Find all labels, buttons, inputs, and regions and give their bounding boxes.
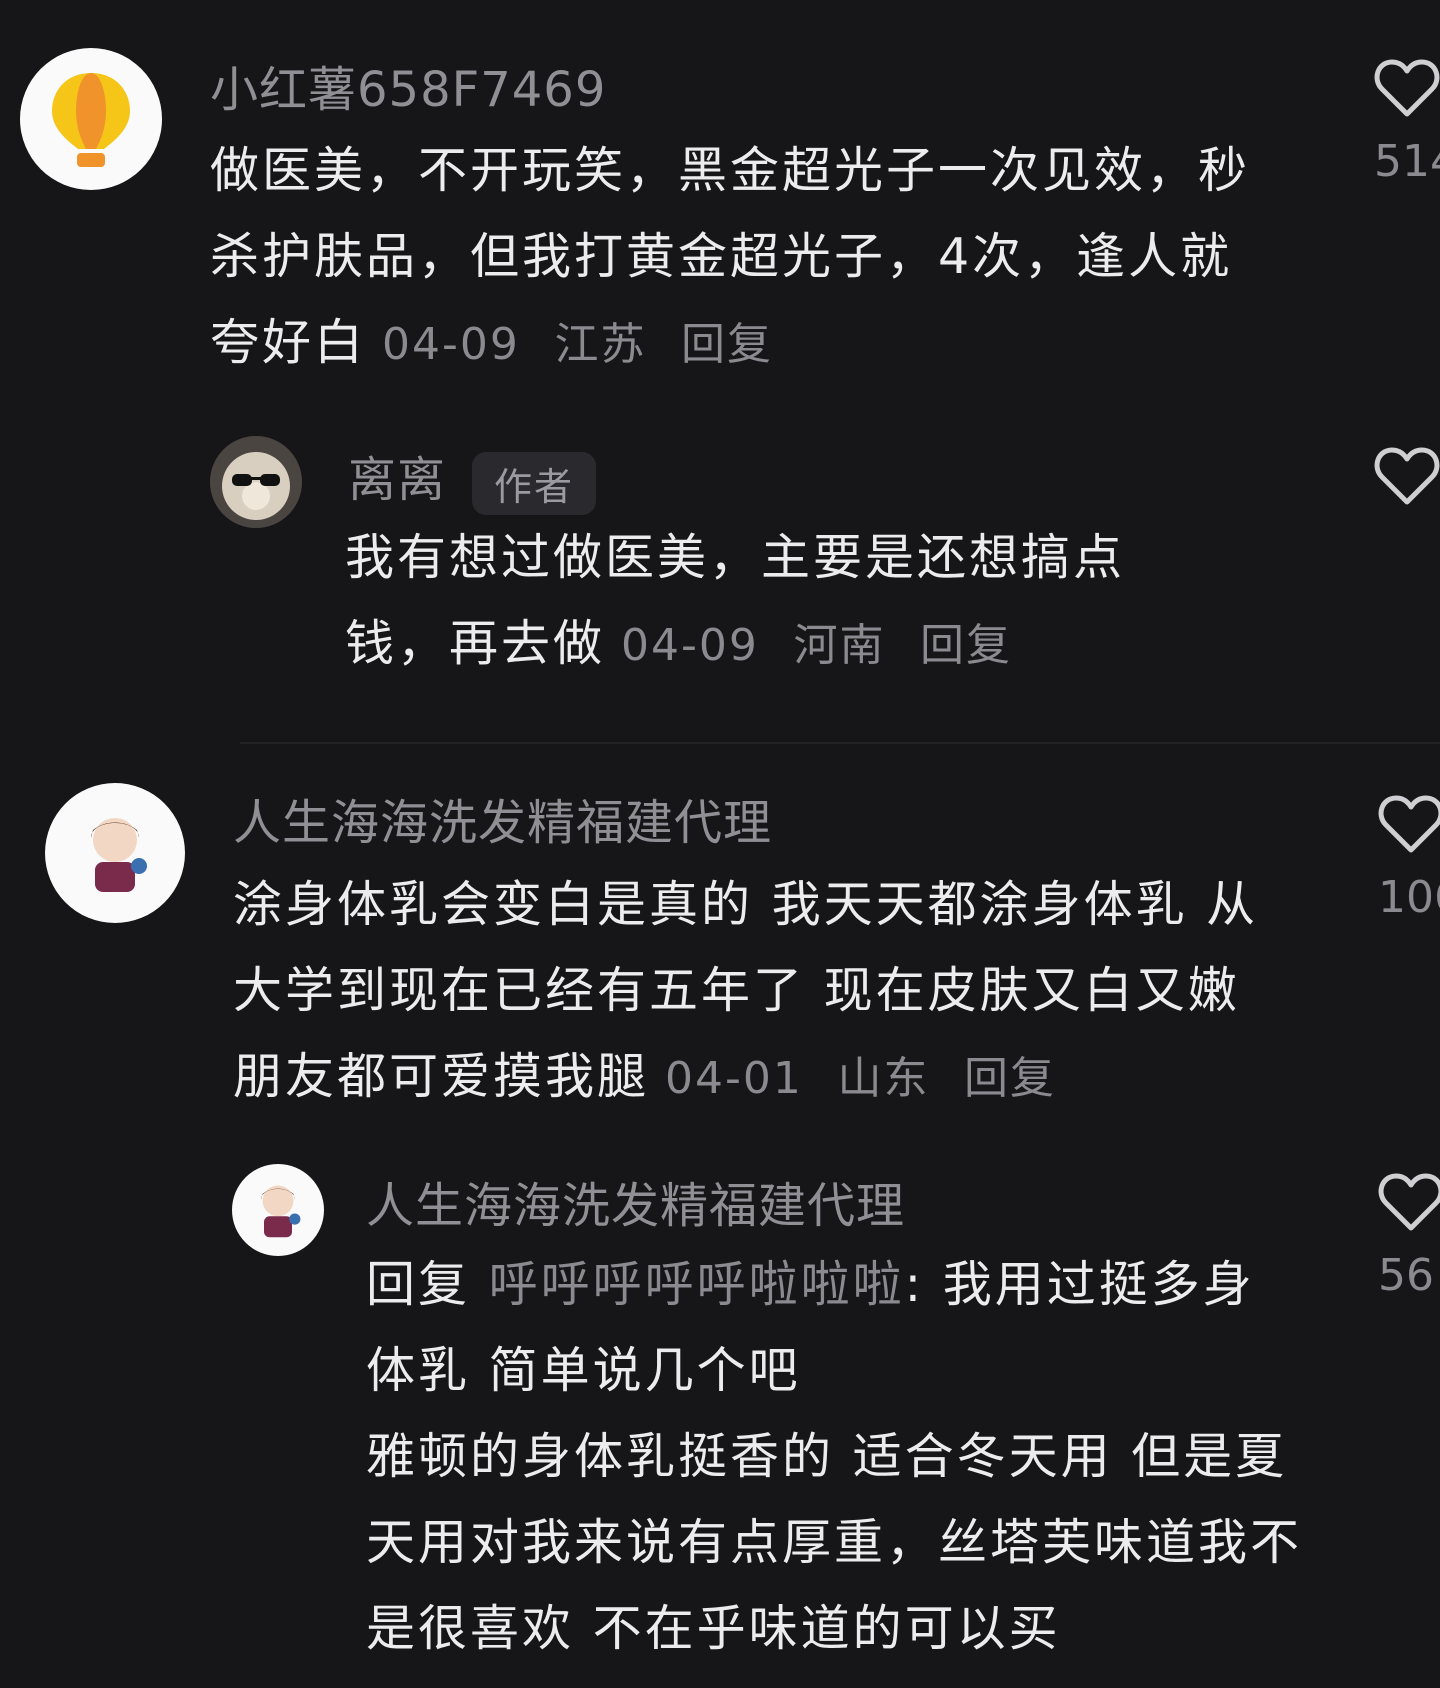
like-button[interactable]: 106	[1378, 794, 1440, 923]
reply-line-1: 回复 呼呼呼呼呼啦啦啦: 我用过挺多身体乳 简单说几个吧	[366, 1242, 1306, 1414]
user-avatar[interactable]	[232, 1164, 324, 1256]
username[interactable]: 人生海海洗发精福建代理	[233, 783, 772, 853]
dog-with-sunglasses-avatar	[210, 436, 302, 528]
comment-date: 04-01	[665, 1053, 803, 1104]
like-count: 56	[1378, 1250, 1434, 1301]
reply-body-2: 雅顿的身体乳挺香的 适合冬天用 但是夏天用对我来说有点厚重，丝塔芙味道我不是很喜…	[366, 1428, 1303, 1657]
cartoon-boy-avatar	[91, 818, 147, 892]
username[interactable]: 离离 作者	[348, 440, 597, 515]
comment-location: 江苏	[554, 319, 647, 370]
user-avatar[interactable]	[45, 783, 185, 923]
heart-icon	[1378, 795, 1440, 853]
author-badge: 作者	[472, 451, 597, 515]
reply-prefix: 回复	[366, 1256, 471, 1313]
like-button[interactable]: 514	[1374, 58, 1440, 187]
like-count: 514	[1374, 136, 1440, 187]
user-avatar[interactable]	[210, 436, 302, 528]
comment-text: 回复 呼呼呼呼呼啦啦啦: 我用过挺多身体乳 简单说几个吧 雅顿的身体乳挺香的 适…	[366, 1242, 1306, 1672]
comment-text: 涂身体乳会变白是真的 我天天都涂身体乳 从大学到现在已经有五年了 现在皮肤又白又…	[233, 862, 1293, 1122]
cartoon-boy-avatar	[261, 1185, 301, 1238]
comment-date: 04-09	[382, 319, 520, 370]
heart-icon	[1378, 1173, 1440, 1231]
like-button[interactable]: 56	[1378, 1172, 1440, 1301]
comment-text: 我有想过做医美，主要是还想搞点钱，再去做 04-09 河南 回复	[345, 515, 1225, 689]
like-button[interactable]	[1374, 446, 1440, 506]
username[interactable]: 人生海海洗发精福建代理	[366, 1166, 905, 1236]
username[interactable]: 小红薯658F7469	[210, 50, 606, 120]
comment-date: 04-09	[621, 620, 759, 671]
username-text: 离离	[348, 452, 447, 508]
comment-location: 山东	[837, 1053, 930, 1104]
reply-button[interactable]: 回复	[920, 620, 1012, 671]
comment-location: 河南	[793, 620, 886, 671]
like-count: 106	[1378, 872, 1440, 923]
hot-air-balloon-icon	[52, 73, 130, 167]
reply-button[interactable]: 回复	[681, 319, 773, 370]
reply-button[interactable]: 回复	[964, 1053, 1056, 1104]
comment-text: 做医美，不开玩笑，黑金超光子一次见效，秒杀护肤品，但我打黄金超光子，4次，逢人就…	[210, 128, 1270, 388]
user-avatar[interactable]	[20, 48, 162, 190]
heart-icon	[1374, 59, 1440, 117]
divider	[240, 742, 1440, 744]
mentioned-user[interactable]: 呼呼呼呼呼啦啦啦	[489, 1256, 905, 1313]
heart-icon	[1374, 447, 1440, 505]
